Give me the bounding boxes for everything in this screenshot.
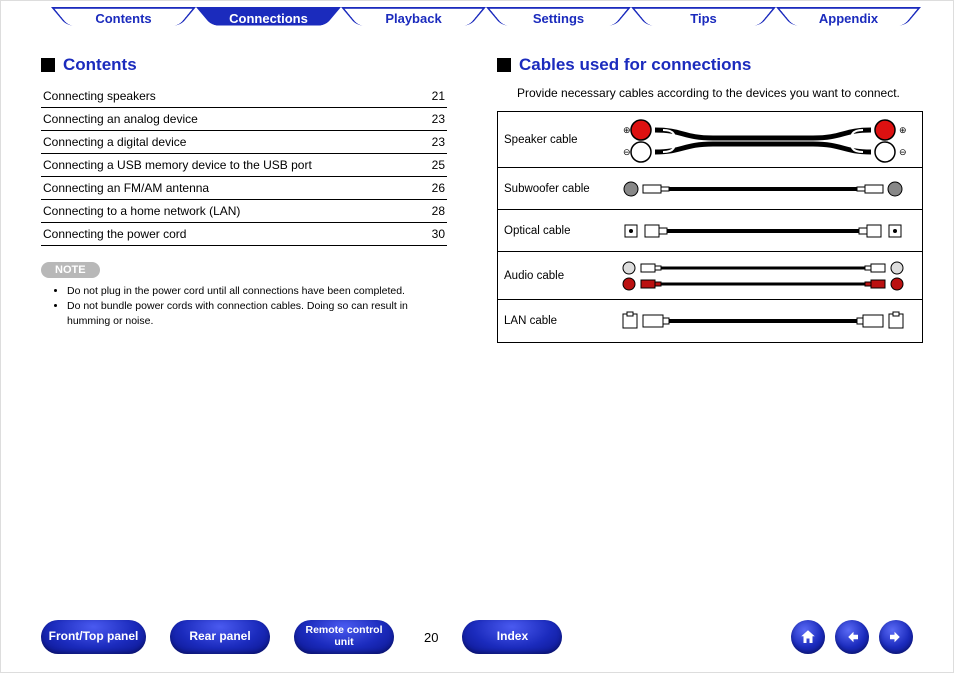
toc-entry[interactable]: Connecting an analog device 23 [41, 108, 447, 131]
svg-text:⊖: ⊖ [899, 147, 907, 157]
tab-connections[interactable]: Connections [196, 7, 341, 33]
toc-page: 25 [432, 158, 445, 172]
toc-title: Connecting an analog device [43, 112, 198, 126]
bullet-square-icon [497, 58, 511, 72]
toc-page: 28 [432, 204, 445, 218]
contents-title-text: Contents [63, 55, 137, 75]
arrow-right-icon [887, 628, 905, 646]
page-number: 20 [424, 630, 438, 645]
svg-text:⊕: ⊕ [899, 125, 907, 135]
toc-title: Connecting an FM/AM antenna [43, 181, 209, 195]
svg-text:⊖: ⊖ [623, 147, 631, 157]
toc-entry[interactable]: Connecting a digital device 23 [41, 131, 447, 154]
toc-title: Connecting speakers [43, 89, 156, 103]
prev-page-button[interactable] [835, 620, 869, 654]
home-icon [799, 628, 817, 646]
toc-entry[interactable]: Connecting a USB memory device to the US… [41, 154, 447, 177]
remote-control-button[interactable]: Remote control unit [294, 620, 394, 654]
cables-title-text: Cables used for connections [519, 55, 751, 75]
tab-settings[interactable]: Settings [486, 7, 631, 33]
cable-label: Optical cable [498, 210, 603, 251]
contents-heading: Contents [41, 55, 467, 75]
top-tab-bar: Contents Connections Playback Settings T… [1, 1, 953, 39]
svg-text:⊕: ⊕ [623, 125, 631, 135]
tab-playback[interactable]: Playback [341, 7, 486, 33]
toc-title: Connecting a USB memory device to the US… [43, 158, 312, 172]
main-content: Contents Connecting speakers 21 Connectin… [1, 39, 953, 343]
lan-cable-icon [603, 300, 922, 342]
toc-page: 30 [432, 227, 445, 241]
bullet-square-icon [41, 58, 55, 72]
arrow-left-icon [843, 628, 861, 646]
toc-entry[interactable]: Connecting the power cord 30 [41, 223, 447, 246]
front-top-panel-button[interactable]: Front/Top panel [41, 620, 146, 654]
cable-row-audio: Audio cable [498, 252, 922, 300]
toc-page: 21 [432, 89, 445, 103]
cable-row-speaker: Speaker cable ⊕ ⊖ ⊕ ⊖ [498, 112, 922, 168]
toc-entry[interactable]: Connecting an FM/AM antenna 26 [41, 177, 447, 200]
toc-page: 23 [432, 135, 445, 149]
cable-label: Audio cable [498, 252, 603, 299]
note-item: Do not plug in the power cord until all … [67, 284, 441, 299]
cable-row-subwoofer: Subwoofer cable [498, 168, 922, 210]
audio-cable-icon [603, 252, 922, 299]
cables-heading: Cables used for connections [497, 55, 923, 75]
index-button[interactable]: Index [462, 620, 562, 654]
cable-table: Speaker cable ⊕ ⊖ ⊕ ⊖ [497, 111, 923, 343]
nav-icons [791, 620, 913, 654]
cable-label: Speaker cable [498, 112, 603, 167]
speaker-cable-icon: ⊕ ⊖ ⊕ ⊖ [603, 112, 922, 167]
tab-appendix[interactable]: Appendix [776, 7, 921, 33]
toc-page: 23 [432, 112, 445, 126]
note-badge: NOTE [41, 262, 100, 278]
home-button[interactable] [791, 620, 825, 654]
cable-row-optical: Optical cable [498, 210, 922, 252]
optical-cable-icon [603, 210, 922, 251]
toc-entry[interactable]: Connecting to a home network (LAN) 28 [41, 200, 447, 223]
note-item: Do not bundle power cords with connectio… [67, 299, 441, 329]
subwoofer-cable-icon [603, 168, 922, 209]
rear-panel-button[interactable]: Rear panel [170, 620, 270, 654]
cables-intro: Provide necessary cables according to th… [517, 85, 923, 101]
bottom-bar: Front/Top panel Rear panel Remote contro… [1, 620, 953, 654]
cable-label: Subwoofer cable [498, 168, 603, 209]
cable-label: LAN cable [498, 300, 603, 342]
right-column: Cables used for connections Provide nece… [497, 49, 923, 343]
toc-title: Connecting to a home network (LAN) [43, 204, 240, 218]
toc-title: Connecting the power cord [43, 227, 186, 241]
toc-title: Connecting a digital device [43, 135, 186, 149]
tab-tips[interactable]: Tips [631, 7, 776, 33]
tab-contents[interactable]: Contents [51, 7, 196, 33]
toc-list: Connecting speakers 21 Connecting an anal… [41, 85, 447, 246]
left-column: Contents Connecting speakers 21 Connectin… [41, 49, 467, 343]
next-page-button[interactable] [879, 620, 913, 654]
toc-entry[interactable]: Connecting speakers 21 [41, 85, 447, 108]
cable-row-lan: LAN cable [498, 300, 922, 342]
note-list: Do not plug in the power cord until all … [41, 284, 441, 330]
toc-page: 26 [432, 181, 445, 195]
